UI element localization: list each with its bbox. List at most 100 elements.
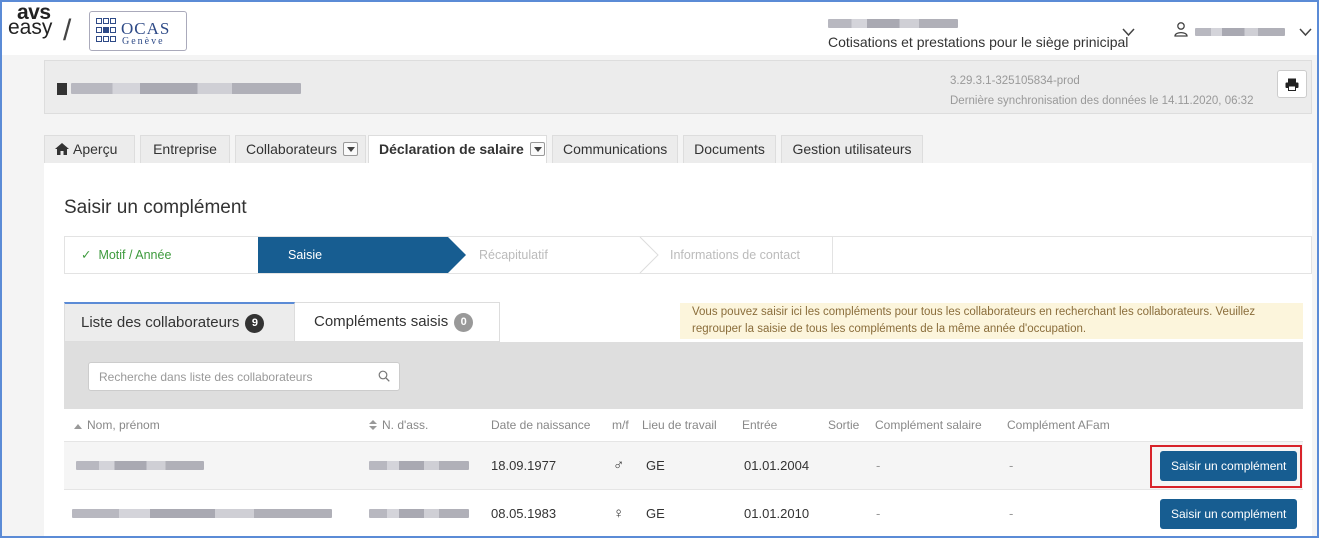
female-icon: ♀	[613, 505, 625, 522]
search-icon[interactable]	[378, 370, 390, 382]
tab-liste-collaborateurs[interactable]: Liste des collaborateurs 9	[64, 302, 295, 342]
col-mf: m/f	[612, 418, 629, 432]
version-info: 3.29.3.1-325105834-prod Dernière synchro…	[950, 71, 1253, 111]
table-header: Nom, prénom N. d'ass. Date de naissance …	[64, 409, 1303, 442]
avs-easy-logo[interactable]: avs easy	[8, 2, 53, 39]
search-toolbar	[64, 342, 1303, 409]
redacted-employee-name	[72, 509, 332, 518]
left-gutter	[2, 55, 44, 536]
count-badge: 9	[245, 314, 265, 333]
complement-salaire: -	[876, 458, 881, 473]
step-motif-annee[interactable]: ✓ Motif / Année	[65, 237, 258, 273]
col-complement-afam: Complément AFam	[1007, 418, 1110, 432]
company-bar: 3.29.3.1-325105834-prod Dernière synchro…	[44, 60, 1312, 114]
version-number: 3.29.3.1-325105834-prod	[950, 75, 1080, 87]
tab-entreprise[interactable]: Entreprise	[140, 135, 230, 163]
tab-documents[interactable]: Documents	[683, 135, 776, 163]
complement-salaire: -	[876, 506, 881, 521]
step-informations-contact: Informations de contact	[670, 237, 830, 273]
logo-separator: /	[63, 14, 72, 47]
col-entree: Entrée	[742, 418, 778, 432]
tab-label: Documents	[694, 141, 765, 157]
print-button[interactable]	[1277, 70, 1307, 98]
step-separator-icon	[639, 237, 659, 273]
building-icon	[57, 83, 67, 95]
step-recapitulatif: Récapitulatif	[479, 237, 639, 273]
tab-label: Communications	[563, 141, 668, 157]
col-date-naissance: Date de naissance	[491, 418, 591, 432]
highlight-annotation	[1150, 445, 1302, 488]
step-label: Informations de contact	[670, 248, 800, 262]
col-complement-salaire: Complément salaire	[875, 418, 982, 432]
user-icon[interactable]	[1174, 22, 1188, 37]
info-alert: Vous pouvez saisir ici les compléments p…	[680, 303, 1303, 339]
tab-complements-saisis[interactable]: Compléments saisis 0	[295, 302, 500, 342]
context-label: Cotisations et prestations pour le siège…	[828, 34, 1129, 50]
tab-collaborateurs[interactable]: Collaborateurs	[235, 135, 366, 163]
wizard-steps: ✓ Motif / Année Saisie Récapitulatif Inf…	[64, 236, 1312, 274]
birth-date: 08.05.1983	[491, 506, 557, 521]
steps-divider	[832, 237, 833, 273]
sync-info: Dernière synchronisation des données le …	[950, 95, 1254, 107]
search-box[interactable]	[88, 362, 400, 391]
tab-label: Gestion utilisateurs	[792, 141, 912, 157]
sort-icon	[369, 420, 377, 430]
col-n-ass[interactable]: N. d'ass.	[369, 409, 428, 442]
entry-date: 01.01.2004	[744, 458, 810, 473]
top-bar: avs easy / OCAS Genève Cotisations et pr…	[2, 2, 1317, 55]
tab-label: Entreprise	[153, 141, 217, 157]
male-icon: ♂	[613, 457, 625, 474]
step-label: Récapitulatif	[479, 248, 548, 262]
dropdown-caret-icon[interactable]	[529, 142, 545, 157]
chevron-down-icon[interactable]	[1122, 24, 1135, 42]
tab-gestion-utilisateurs[interactable]: Gestion utilisateurs	[781, 135, 923, 163]
col-nom-prenom[interactable]: Nom, prénom	[74, 409, 160, 442]
redacted-context-id	[828, 19, 958, 28]
col-label: Nom, prénom	[87, 418, 160, 432]
home-icon	[55, 143, 69, 155]
complement-afam: -	[1009, 506, 1014, 521]
col-sortie: Sortie	[828, 418, 860, 432]
tab-apercu[interactable]: Aperçu	[44, 135, 135, 163]
page-title: Saisir un complément	[64, 197, 247, 218]
sort-asc-icon	[74, 424, 82, 429]
check-icon: ✓	[81, 248, 92, 262]
dropdown-caret-icon[interactable]	[343, 142, 359, 157]
count-badge: 0	[454, 313, 474, 332]
ocas-grid-icon	[96, 18, 118, 44]
table-row: 08.05.1983 ♀ GE 01.01.2010 - - Saisir un…	[64, 490, 1303, 536]
step-label: Saisie	[288, 248, 323, 262]
birth-date: 18.09.1977	[491, 458, 557, 473]
table-row: 18.09.1977 ♂ GE 01.01.2004 - - Saisir un…	[64, 442, 1303, 490]
col-lieu-travail: Lieu de travail	[642, 418, 717, 432]
work-place: GE	[646, 506, 665, 521]
complement-afam: -	[1009, 458, 1014, 473]
context-selector[interactable]: Cotisations et prestations pour le siège…	[828, 16, 1128, 50]
redacted-employee-name	[76, 461, 204, 470]
tab-label: Aperçu	[73, 141, 118, 157]
redacted-user-name[interactable]	[1195, 28, 1285, 36]
tab-label: Collaborateurs	[246, 141, 338, 157]
step-label: Motif / Année	[98, 248, 172, 262]
redacted-ass-number	[369, 509, 469, 518]
search-input[interactable]	[89, 363, 359, 390]
user-menu-chevron-icon[interactable]	[1299, 24, 1312, 42]
work-place: GE	[646, 458, 665, 473]
tab-declaration-salaire[interactable]: Déclaration de salaire	[368, 135, 547, 164]
redacted-ass-number	[369, 461, 469, 470]
app-frame: avs easy / OCAS Genève Cotisations et pr…	[0, 0, 1319, 538]
saisir-complement-button[interactable]: Saisir un complément	[1160, 499, 1298, 529]
logo-line-2: easy	[8, 16, 53, 39]
step-saisie[interactable]: Saisie	[258, 237, 466, 273]
col-label: N. d'ass.	[382, 418, 429, 432]
tab-communications[interactable]: Communications	[552, 135, 678, 163]
ocas-logo[interactable]: OCAS Genève	[89, 11, 187, 51]
tab-label: Compléments saisis	[314, 313, 449, 330]
entry-date: 01.01.2010	[744, 506, 810, 521]
tab-label: Liste des collaborateurs	[81, 314, 240, 331]
redacted-company-name	[71, 83, 301, 94]
main-panel: Saisir un complément ✓ Motif / Année Sai…	[44, 163, 1312, 536]
tab-label: Déclaration de salaire	[379, 141, 524, 157]
print-icon	[1285, 78, 1299, 91]
ocas-subtitle: Genève	[122, 36, 165, 47]
